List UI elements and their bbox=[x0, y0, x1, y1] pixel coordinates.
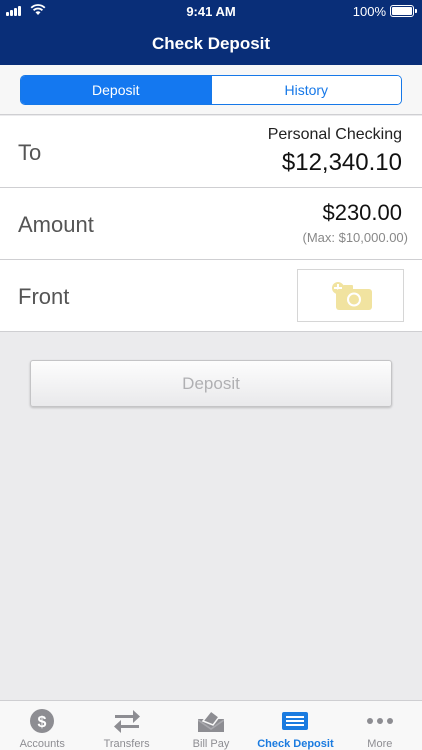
deposit-button[interactable]: Deposit bbox=[30, 360, 392, 407]
segmented-control: Deposit History bbox=[20, 75, 402, 105]
front-image-row: Front bbox=[0, 260, 422, 332]
tab-more[interactable]: More bbox=[338, 701, 422, 750]
tab-history[interactable]: History bbox=[210, 76, 401, 104]
tab-deposit[interactable]: Deposit bbox=[21, 76, 211, 104]
tab-more-label: More bbox=[367, 738, 393, 750]
tab-accounts[interactable]: $ Accounts bbox=[0, 701, 84, 750]
status-bar: 9:41 AM 100% bbox=[0, 0, 422, 22]
transfer-arrows-icon bbox=[113, 706, 141, 736]
amount-row[interactable]: Amount $230.00 (Max: $10,000.00) bbox=[0, 188, 422, 260]
front-capture-button[interactable] bbox=[297, 269, 404, 322]
more-dots-icon bbox=[366, 706, 394, 736]
account-name: Personal Checking bbox=[267, 126, 402, 143]
to-account-row[interactable]: To Personal Checking $12,340.10 bbox=[0, 116, 422, 188]
envelope-icon bbox=[197, 706, 225, 736]
tab-bar: $ Accounts Transfers Bill Pay Check Depo… bbox=[0, 700, 422, 750]
tab-accounts-label: Accounts bbox=[19, 738, 65, 750]
tab-bill-pay-label: Bill Pay bbox=[192, 738, 230, 750]
tab-check-deposit-label: Check Deposit bbox=[257, 738, 334, 750]
battery-percent: 100% bbox=[352, 4, 386, 19]
amount-label: Amount bbox=[18, 212, 94, 237]
dollar-coin-icon: $ bbox=[29, 706, 55, 736]
tab-transfers-label: Transfers bbox=[103, 738, 150, 750]
svg-text:$: $ bbox=[38, 714, 47, 731]
tab-transfers[interactable]: Transfers bbox=[84, 701, 168, 750]
page-title: Check Deposit bbox=[151, 34, 271, 53]
nav-header: 9:41 AM 100% Check Deposit bbox=[0, 0, 422, 65]
battery-icon bbox=[390, 5, 417, 17]
tab-bill-pay[interactable]: Bill Pay bbox=[169, 701, 253, 750]
tab-check-deposit[interactable]: Check Deposit bbox=[253, 701, 337, 750]
account-balance: $12,340.10 bbox=[281, 149, 402, 176]
to-label: To bbox=[18, 140, 42, 165]
add-camera-icon bbox=[332, 282, 372, 310]
front-label: Front bbox=[18, 284, 70, 309]
amount-value: $230.00 bbox=[322, 200, 402, 225]
check-icon bbox=[281, 706, 309, 736]
segment-bar: Deposit History bbox=[0, 65, 422, 115]
amount-max-hint: (Max: $10,000.00) bbox=[302, 230, 408, 245]
